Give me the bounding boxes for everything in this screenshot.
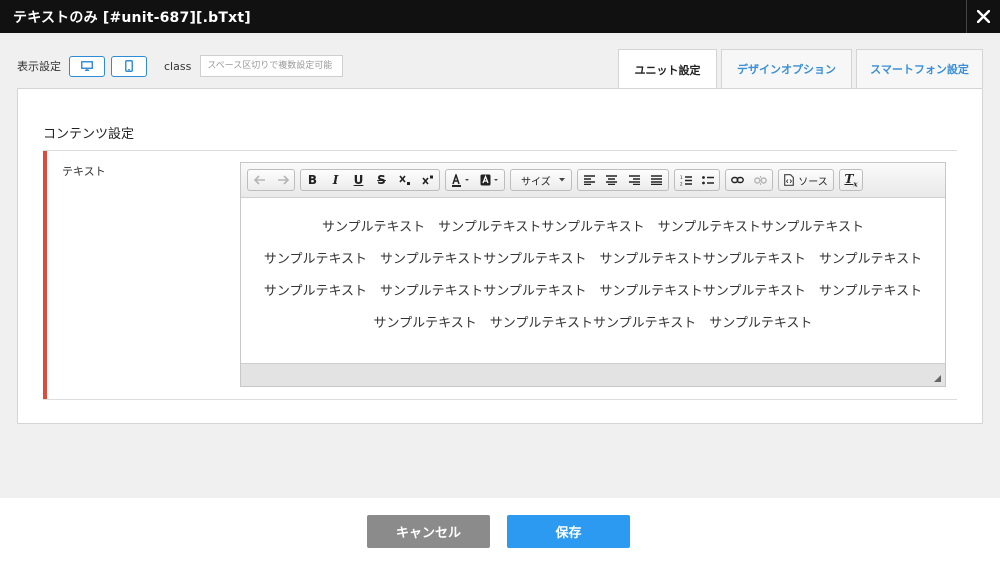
bold-button[interactable]: B [301, 170, 324, 190]
bulleted-list-button[interactable] [697, 170, 719, 190]
editor-text-line: サンプルテキスト サンプルテキストサンプルテキスト サンプルテキストサンプルテキ… [321, 220, 865, 235]
subscript-button[interactable] [393, 170, 416, 190]
class-label: class [164, 59, 192, 73]
font-size-dropdown[interactable]: サイズ [511, 170, 571, 190]
mobile-toggle-button[interactable] [111, 55, 147, 77]
align-right-button[interactable] [623, 170, 646, 190]
desktop-icon [81, 61, 93, 71]
divider [43, 399, 957, 400]
superscript-button[interactable] [416, 170, 439, 190]
undo-button[interactable] [248, 170, 271, 190]
text-color-icon [451, 173, 469, 187]
desktop-toggle-button[interactable] [69, 55, 105, 77]
link-group [725, 169, 773, 191]
font-size-label: サイズ [521, 176, 551, 188]
numbered-list-button[interactable]: 12 [675, 170, 697, 190]
italic-button[interactable]: I [324, 170, 347, 190]
tab-smartphone-settings[interactable]: スマートフォン設定 [856, 49, 983, 88]
content-settings-heading: コンテンツ設定 [43, 127, 135, 142]
underline-button[interactable]: U [347, 170, 370, 190]
size-group: サイズ [510, 169, 572, 191]
align-group [577, 169, 669, 191]
modal-title: テキストのみ [#unit-687][.bTxt] [13, 10, 251, 26]
source-button[interactable]: ソース [779, 170, 833, 190]
editor-text-line: サンプルテキスト サンプルテキストサンプルテキスト サンプルテキストサンプルテキ… [263, 284, 923, 299]
close-button[interactable] [966, 0, 1000, 33]
align-right-icon [628, 175, 640, 185]
format-group: B I U S [300, 169, 440, 191]
editor-toolbar: B I U S サイズ 1 2 ソース Tx [241, 163, 945, 198]
numbered-list-icon: 12 [680, 175, 692, 186]
source-label: ソース [798, 176, 828, 188]
link-button[interactable] [726, 170, 749, 190]
tab-design-options[interactable]: デザインオプション [721, 49, 852, 88]
background-color-button[interactable] [475, 170, 504, 190]
display-settings-label: 表示設定 [17, 60, 61, 73]
align-justify-icon [651, 175, 663, 185]
unlink-button[interactable] [749, 170, 772, 190]
redo-icon [277, 175, 289, 185]
editor-content-area[interactable]: サンプルテキスト サンプルテキストサンプルテキスト サンプルテキストサンプルテキ… [241, 198, 945, 363]
text-field-label: テキスト [62, 165, 106, 178]
align-left-icon [583, 175, 595, 185]
align-left-button[interactable] [578, 170, 601, 190]
modal-footer: キャンセル 保存 [0, 498, 1000, 564]
text-color-button[interactable] [446, 170, 475, 190]
color-group [445, 169, 505, 191]
rich-text-editor: B I U S サイズ 1 2 ソース Tx サンプルテキスト サンプルテキスト… [240, 162, 946, 387]
resize-handle-icon[interactable] [934, 375, 941, 382]
align-center-icon [606, 175, 618, 185]
subscript-icon [398, 174, 410, 185]
source-icon [784, 174, 795, 186]
align-center-button[interactable] [601, 170, 624, 190]
editor-text-line: サンプルテキスト サンプルテキストサンプルテキスト サンプルテキスト [373, 316, 813, 331]
strikethrough-icon: S [377, 173, 386, 187]
bold-icon: B [307, 173, 318, 187]
clear-format-group: Tx [839, 169, 863, 191]
mobile-icon [125, 60, 133, 72]
modal-titlebar: テキストのみ [#unit-687][.bTxt] [0, 0, 1000, 33]
chevron-down-icon [559, 178, 565, 182]
strikethrough-button[interactable]: S [370, 170, 393, 190]
settings-tabs: ユニット設定 デザインオプション スマートフォン設定 [618, 49, 987, 89]
link-icon [731, 176, 744, 184]
undo-icon [253, 175, 265, 185]
remove-format-icon: Tx [844, 171, 858, 189]
unit-settings-panel: コンテンツ設定 テキスト B I U S サイズ 1 2 ソース Tx サンプル… [17, 88, 983, 424]
background-color-icon [480, 174, 498, 185]
italic-icon: I [332, 173, 339, 187]
superscript-icon [421, 175, 433, 185]
editor-text-line: サンプルテキスト サンプルテキストサンプルテキスト サンプルテキストサンプルテキ… [263, 252, 923, 267]
redo-button[interactable] [271, 170, 294, 190]
svg-text:2: 2 [680, 181, 683, 186]
close-icon [977, 10, 990, 23]
unlink-icon [754, 175, 767, 185]
source-group: ソース [778, 169, 834, 191]
list-group: 12 [674, 169, 720, 191]
display-settings-row: 表示設定 class [17, 54, 344, 78]
class-input[interactable] [200, 55, 344, 77]
cancel-button[interactable]: キャンセル [367, 515, 490, 548]
bulleted-list-icon [702, 175, 714, 184]
svg-text:1: 1 [680, 175, 683, 180]
save-button[interactable]: 保存 [507, 515, 630, 548]
tab-unit-settings[interactable]: ユニット設定 [618, 49, 717, 89]
remove-format-button[interactable]: Tx [840, 170, 862, 190]
underline-icon: U [353, 173, 364, 187]
modal-body: 表示設定 class ユニット設定 デザインオプション スマートフォン設定 コン… [0, 33, 1000, 498]
history-group [247, 169, 295, 191]
align-justify-button[interactable] [646, 170, 669, 190]
editor-statusbar [241, 363, 945, 386]
